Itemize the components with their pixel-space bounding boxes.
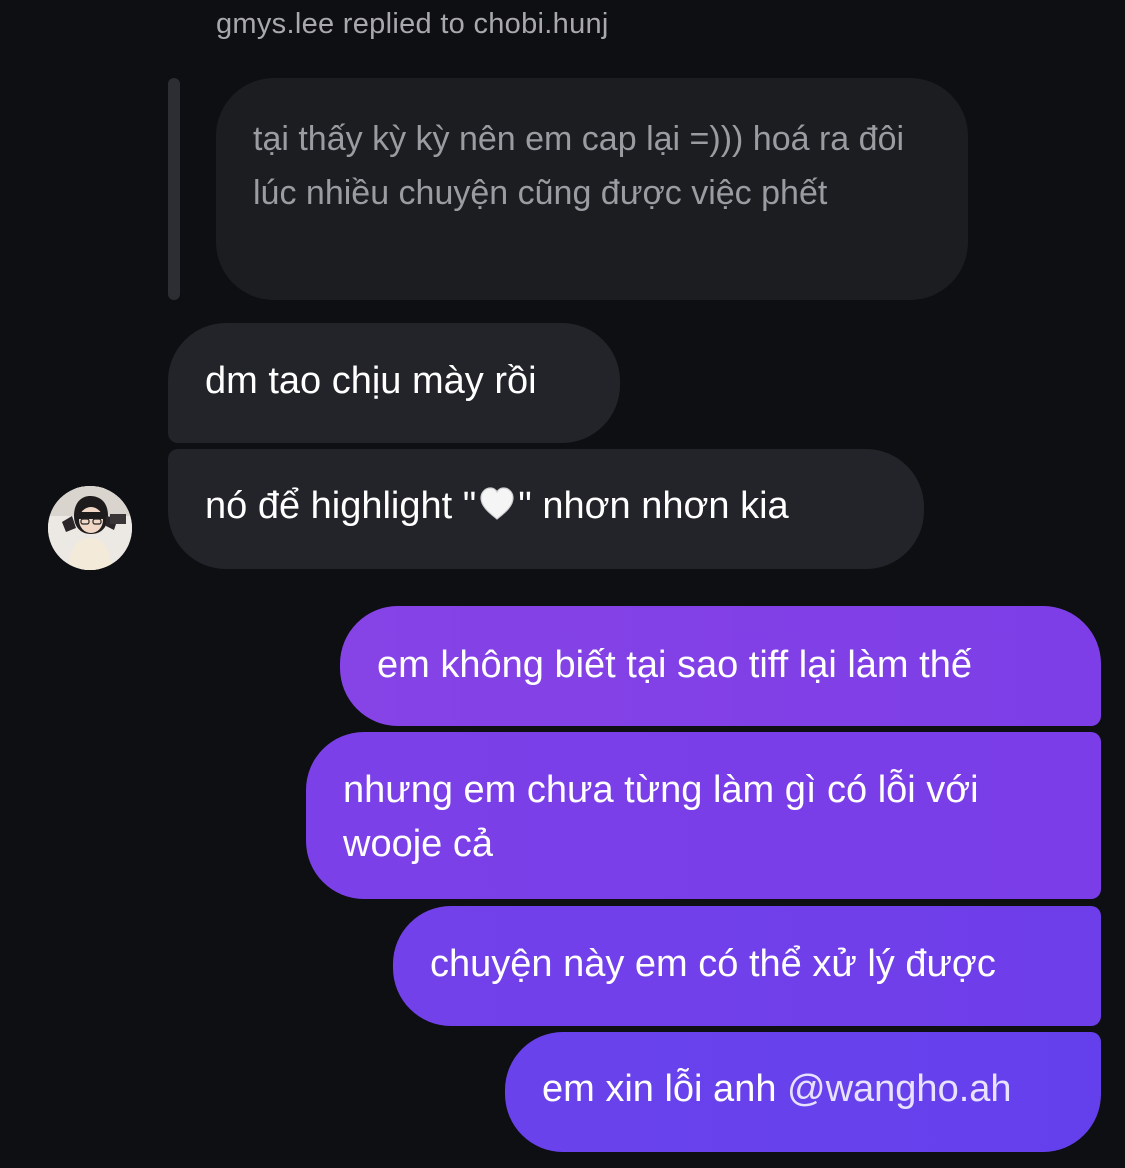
outgoing-message-text: nhưng em chưa từng làm gì có lỗi với woo… <box>343 769 979 865</box>
outgoing-message-text: em xin lỗi anh <box>542 1068 788 1110</box>
white-heart-icon <box>480 487 514 520</box>
reply-indicator-bar <box>168 78 180 300</box>
outgoing-message[interactable]: chuyện này em có thể xử lý được <box>393 906 1101 1026</box>
outgoing-message-text: em không biết tại sao tiff lại làm thế <box>377 644 972 686</box>
outgoing-message[interactable]: em không biết tại sao tiff lại làm thế <box>340 606 1101 726</box>
incoming-message-text: nó để highlight " <box>205 485 477 527</box>
reply-header: gmys.lee replied to chobi.hunj <box>216 8 609 40</box>
outgoing-message[interactable]: em xin lỗi anh @wangho.ah <box>505 1032 1101 1152</box>
incoming-message[interactable]: dm tao chịu mày rồi <box>168 323 620 443</box>
incoming-message-text-end: " nhơn nhơn kia <box>518 485 789 527</box>
outgoing-message[interactable]: nhưng em chưa từng làm gì có lỗi với woo… <box>306 732 1101 899</box>
quoted-message-bubble[interactable]: tại thấy kỳ kỳ nên em cap lại =))) hoá r… <box>216 78 968 300</box>
avatar-photo <box>48 486 132 570</box>
sender-avatar[interactable] <box>48 486 132 570</box>
mention-link[interactable]: @wangho.ah <box>787 1068 1012 1110</box>
incoming-message[interactable]: nó để highlight " " nhơn nhơn kia <box>168 449 924 569</box>
incoming-message-text: dm tao chịu mày rồi <box>205 360 537 402</box>
quoted-message-text: tại thấy kỳ kỳ nên em cap lại =))) hoá r… <box>253 120 905 212</box>
outgoing-message-text: chuyện này em có thể xử lý được <box>430 943 996 985</box>
